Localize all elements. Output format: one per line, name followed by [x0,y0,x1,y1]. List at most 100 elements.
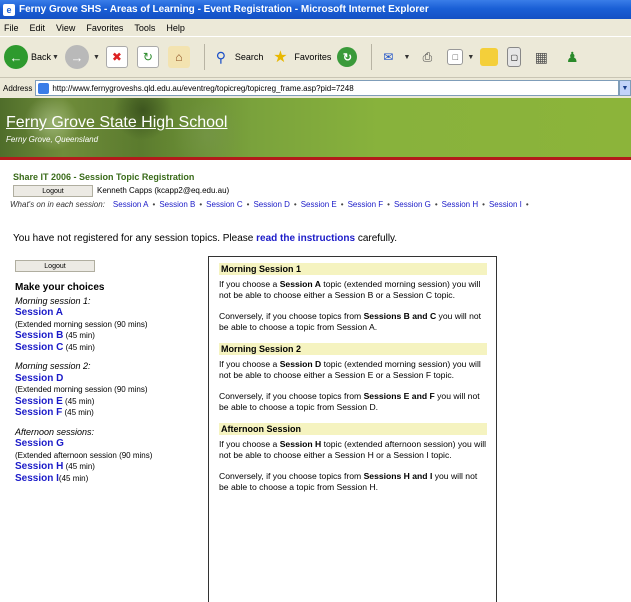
group-afternoon: Afternoon sessions: [15,426,95,437]
address-url: http://www.fernygroveshs.qld.edu.au/even… [52,83,354,93]
address-input[interactable]: http://www.fernygroveshs.qld.edu.au/even… [35,80,619,96]
menu-favorites[interactable]: Favorites [86,23,123,33]
morning-2-converse: Conversely, if you choose topics from Se… [219,391,480,412]
nav-session-d[interactable]: Session D [253,200,289,209]
school-location: Ferny Grove, Queensland [6,135,99,144]
choice-session-b[interactable]: Session B [15,330,63,341]
address-label: Address [3,83,33,93]
menu-edit[interactable]: Edit [30,23,46,33]
choice-session-e[interactable]: Session E [15,396,63,407]
school-banner: Ferny Grove State High School Ferny Grov… [0,98,631,160]
discuss-button[interactable] [480,48,501,66]
mail-button[interactable]: ✉ ▼ [377,46,410,68]
session-a-note: (Extended morning session (90 mins) [15,319,148,329]
morning-session-2-heading: Morning Session 2 [219,343,487,355]
favorites-button[interactable]: ★ Favorites [269,46,331,68]
logout-button[interactable]: Logout [15,260,95,272]
forward-button[interactable]: → ▼ [64,45,100,69]
address-dropdown-icon[interactable]: ▼ [619,80,631,96]
morning-1-converse: Conversely, if you choose topics from Se… [219,311,482,332]
choice-session-g[interactable]: Session G [15,438,64,449]
nav-session-f[interactable]: Session F [348,200,384,209]
choice-session-d[interactable]: Session D [15,373,63,384]
event-title: Share IT 2006 - Session Topic Registrati… [13,172,195,182]
buddies-icon: ♟ [566,48,579,65]
nav-session-h[interactable]: Session H [442,200,478,209]
print-button[interactable]: ⎙ [416,46,441,68]
choice-session-h[interactable]: Session H [15,461,63,472]
nav-session-c[interactable]: Session C [206,200,242,209]
choice-session-a[interactable]: Session A [15,307,63,318]
research-icon: ▢ [507,47,522,67]
research-button[interactable]: ▢ [507,47,524,67]
stop-icon: ✖ [105,46,128,68]
afternoon-session-heading: Afternoon Session [219,423,487,435]
morning-1-rule: If you choose a Session A topic (extende… [219,279,481,300]
edit-button[interactable]: □ ▼ [447,49,474,65]
nav-session-a[interactable]: Session A [113,200,149,209]
print-icon: ⎙ [422,49,433,64]
session-rules-panel: Morning Session 1 If you choose a Sessio… [208,256,497,602]
refresh-icon: ↻ [136,46,159,68]
mail-icon: ✉ [383,50,394,64]
back-dropdown-icon[interactable]: ▼ [52,54,59,61]
nav-session-i[interactable]: Session I [489,200,522,209]
search-icon: ⚲ [215,48,227,65]
messenger-button[interactable]: ▦ [530,46,555,68]
choices-list: Make your choices Morning session 1: Ses… [15,282,205,484]
page-icon [38,82,50,94]
nav-session-e[interactable]: Session E [301,200,337,209]
mail-dropdown-icon[interactable]: ▼ [403,54,410,61]
logout-button-top[interactable]: Logout [13,185,93,197]
menu-bar: File Edit View Favorites Tools Help [0,19,631,36]
back-arrow-icon: ← [4,45,28,69]
home-button[interactable]: ⌂ [167,46,193,68]
afternoon-converse: Conversely, if you choose topics from Se… [219,471,478,492]
session-g-note: (Extended afternoon session (90 mins) [15,450,153,460]
menu-view[interactable]: View [56,23,75,33]
history-icon: ↻ [337,47,358,67]
toolbar-divider [203,44,205,70]
choice-session-i[interactable]: Session I [15,473,59,484]
session-d-note: (Extended morning session (90 mins) [15,385,148,394]
edit-page-icon: □ [447,49,464,65]
ie-logo-icon: e [3,3,15,16]
choices-heading: Make your choices [15,282,105,293]
forward-arrow-icon: → [64,45,89,69]
menu-help[interactable]: Help [166,23,185,33]
window-title: Ferny Grove SHS - Areas of Learning - Ev… [19,4,429,15]
choice-session-c[interactable]: Session C [15,342,63,353]
nav-session-g[interactable]: Session G [394,200,431,209]
afternoon-rule: If you choose a Session H topic (extende… [219,439,487,460]
choice-session-f[interactable]: Session F [15,407,62,418]
buddies-button[interactable]: ♟ [561,46,586,68]
forward-dropdown-icon[interactable]: ▼ [93,54,100,61]
window-titlebar: e Ferny Grove SHS - Areas of Learning - … [0,0,631,19]
school-name-link[interactable]: Ferny Grove State High School [6,114,227,132]
search-button[interactable]: ⚲ Search [210,46,264,68]
nav-session-b[interactable]: Session B [159,200,195,209]
group-morning-2: Morning session 2: [15,361,91,371]
history-button[interactable]: ↻ [337,47,360,67]
whats-on-label: What's on in each session: [10,200,105,209]
messenger-icon: ▦ [534,48,548,65]
address-bar: Address http://www.fernygroveshs.qld.edu… [0,78,631,98]
browser-toolbar: ← Back ▼ → ▼ ✖ ↻ ⌂ ⚲ Search ★ Favorites … [0,36,631,78]
edit-dropdown-icon[interactable]: ▼ [467,54,474,61]
refresh-button[interactable]: ↻ [136,46,162,68]
registration-notice: You have not registered for any session … [13,233,398,244]
user-info: Kenneth Capps (kcapp2@eq.edu.au) [97,186,230,195]
group-morning-1: Morning session 1: [15,295,91,306]
menu-tools[interactable]: Tools [134,23,155,33]
morning-session-1-heading: Morning Session 1 [219,263,487,275]
discuss-icon [480,48,499,66]
instructions-link[interactable]: read the instructions [256,233,355,244]
back-button[interactable]: ← Back ▼ [4,45,59,69]
session-nav: What's on in each session: Session A • S… [10,200,529,209]
favorites-star-icon: ★ [273,49,288,66]
stop-button[interactable]: ✖ [105,46,131,68]
menu-file[interactable]: File [4,23,19,33]
morning-2-rule: If you choose a Session D topic (extende… [219,359,481,380]
home-icon: ⌂ [167,46,190,68]
toolbar-divider [371,44,373,70]
